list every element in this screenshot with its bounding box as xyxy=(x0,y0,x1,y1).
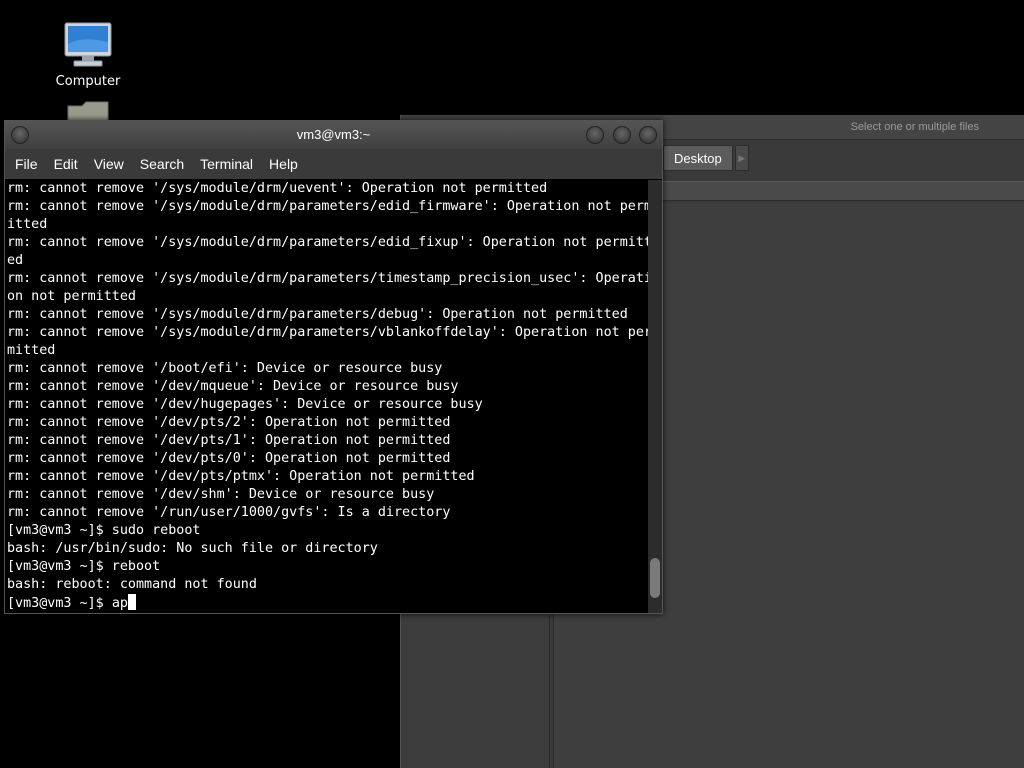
terminal-line: rm: cannot remove '/run/user/1000/gvfs':… xyxy=(7,505,451,520)
folder-icon xyxy=(67,101,109,123)
terminal-line: rm: cannot remove '/dev/mqueue': Device … xyxy=(7,379,459,394)
terminal-prompt: [vm3@vm3 ~]$ xyxy=(7,596,112,611)
menu-file[interactable]: File xyxy=(7,156,46,172)
menu-search[interactable]: Search xyxy=(132,156,192,172)
terminal-line: rm: cannot remove '/boot/efi': Device or… xyxy=(7,361,443,376)
terminal-line: [vm3@vm3 ~]$ reboot xyxy=(7,559,161,574)
terminal-line: rm: cannot remove '/dev/pts/1': Operatio… xyxy=(7,433,451,448)
menu-help[interactable]: Help xyxy=(261,156,306,172)
terminal-output: rm: cannot remove '/sys/module/drm/ueven… xyxy=(5,180,648,594)
terminal-line: rm: cannot remove '/sys/module/drm/param… xyxy=(7,271,648,286)
terminal-menubar: File Edit View Search Terminal Help xyxy=(5,149,662,179)
minimize-icon[interactable] xyxy=(586,126,604,144)
terminal-line: rm: cannot remove '/dev/pts/2': Operatio… xyxy=(7,415,451,430)
maximize-icon[interactable] xyxy=(613,126,631,144)
terminal-screen[interactable]: rm: cannot remove '/sys/module/drm/ueven… xyxy=(5,180,648,613)
terminal-window: vm3@vm3:~ File Edit View Search Terminal… xyxy=(4,120,663,614)
terminal-line: rm: cannot remove '/dev/hugepages': Devi… xyxy=(7,397,483,412)
terminal-line: rm: cannot remove '/dev/shm': Device or … xyxy=(7,487,435,502)
terminal-line: mitted xyxy=(7,343,56,358)
terminal-line: bash: /usr/bin/sudo: No such file or dir… xyxy=(7,541,378,556)
desktop-icon-label: Computer xyxy=(55,74,121,89)
menu-edit[interactable]: Edit xyxy=(46,156,86,172)
right-arrow-icon[interactable]: ▶ xyxy=(734,145,749,171)
terminal-line: rm: cannot remove '/sys/module/drm/param… xyxy=(7,307,628,322)
window-menu-icon[interactable] xyxy=(11,126,29,144)
scrollbar-thumb[interactable] xyxy=(650,558,660,598)
menu-view[interactable]: View xyxy=(86,156,132,172)
terminal-line: on not permitted xyxy=(7,289,136,304)
desktop-icon-computer[interactable]: Computer xyxy=(40,22,136,89)
terminal-line: rm: cannot remove '/dev/pts/ptmx': Opera… xyxy=(7,469,475,484)
path-bar: Desktop ▶ xyxy=(663,145,749,171)
terminal-input[interactable]: ap xyxy=(112,596,128,611)
terminal-titlebar[interactable]: vm3@vm3:~ xyxy=(5,121,662,149)
path-button-desktop[interactable]: Desktop xyxy=(663,145,733,171)
terminal-line: ed xyxy=(7,253,24,268)
terminal-line: rm: cannot remove '/sys/module/drm/param… xyxy=(7,235,648,250)
terminal-line: rm: cannot remove '/sys/module/drm/param… xyxy=(7,199,648,214)
terminal-scrollbar[interactable] xyxy=(648,180,662,613)
terminal-title: vm3@vm3:~ xyxy=(296,127,371,142)
places-sidebar[interactable] xyxy=(401,615,550,768)
terminal-prompt-line[interactable]: [vm3@vm3 ~]$ ap xyxy=(5,594,648,613)
terminal-line: itted xyxy=(7,217,48,232)
file-list-header xyxy=(651,181,1024,201)
terminal-line: bash: reboot: command not found xyxy=(7,577,257,592)
terminal-line: [vm3@vm3 ~]$ sudo reboot xyxy=(7,523,201,538)
terminal-line: rm: cannot remove '/sys/module/drm/ueven… xyxy=(7,181,548,196)
terminal-line: rm: cannot remove '/dev/pts/0': Operatio… xyxy=(7,451,451,466)
close-icon[interactable] xyxy=(639,126,657,144)
menu-terminal[interactable]: Terminal xyxy=(192,156,261,172)
terminal-cursor xyxy=(127,594,136,610)
terminal-line: rm: cannot remove '/sys/module/drm/param… xyxy=(7,325,648,340)
computer-icon xyxy=(64,22,112,67)
